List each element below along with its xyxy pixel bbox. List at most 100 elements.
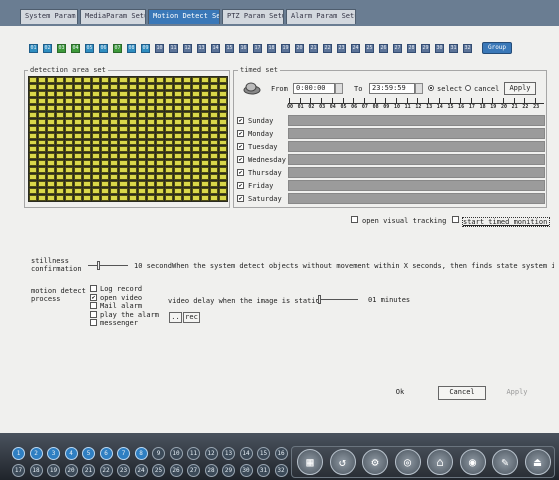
detection-cell[interactable] xyxy=(65,188,74,195)
detection-cell[interactable] xyxy=(47,174,56,181)
detection-cell[interactable] xyxy=(128,104,137,111)
detection-cell[interactable] xyxy=(182,181,191,188)
detection-cell[interactable] xyxy=(209,97,218,104)
detection-cell[interactable] xyxy=(110,111,119,118)
detection-cell[interactable] xyxy=(200,167,209,174)
detection-cell[interactable] xyxy=(92,167,101,174)
channel-number-button[interactable]: 1 xyxy=(12,447,25,460)
detection-cell[interactable] xyxy=(137,174,146,181)
detection-cell[interactable] xyxy=(119,181,128,188)
detection-cell[interactable] xyxy=(110,118,119,125)
detection-cell[interactable] xyxy=(83,90,92,97)
detection-cell[interactable] xyxy=(191,153,200,160)
detection-cell[interactable] xyxy=(146,160,155,167)
detection-cell[interactable] xyxy=(38,104,47,111)
detection-cell[interactable] xyxy=(146,83,155,90)
detection-cell[interactable] xyxy=(47,139,56,146)
detection-cell[interactable] xyxy=(128,83,137,90)
detection-cell[interactable] xyxy=(218,90,227,97)
detection-cell[interactable] xyxy=(74,111,83,118)
detection-cell[interactable] xyxy=(74,195,83,201)
detection-cell[interactable] xyxy=(119,125,128,132)
detection-cell[interactable] xyxy=(38,83,47,90)
detection-cell[interactable] xyxy=(119,160,128,167)
grid-icon[interactable]: ◎ xyxy=(394,449,421,475)
detection-cell[interactable] xyxy=(128,146,137,153)
detection-cell[interactable] xyxy=(164,90,173,97)
detection-cell[interactable] xyxy=(47,104,56,111)
channel-button[interactable]: 06 xyxy=(99,44,108,53)
detection-cell[interactable] xyxy=(83,83,92,90)
detection-cell[interactable] xyxy=(119,83,128,90)
detection-cell[interactable] xyxy=(74,125,83,132)
tab-media-param[interactable]: MediaParam Setup xyxy=(80,9,146,24)
detection-cell[interactable] xyxy=(119,167,128,174)
detection-cell[interactable] xyxy=(164,132,173,139)
detection-cell[interactable] xyxy=(119,153,128,160)
detection-cell[interactable] xyxy=(65,104,74,111)
detection-cell[interactable] xyxy=(47,132,56,139)
detection-cell[interactable] xyxy=(137,97,146,104)
detection-cell[interactable] xyxy=(164,188,173,195)
detection-cell[interactable] xyxy=(56,153,65,160)
cancel-button[interactable]: Cancel xyxy=(438,386,486,400)
detection-cell[interactable] xyxy=(74,104,83,111)
detection-cell[interactable] xyxy=(137,160,146,167)
detection-cell[interactable] xyxy=(191,118,200,125)
detection-cell[interactable] xyxy=(92,160,101,167)
detection-cell[interactable] xyxy=(65,167,74,174)
detection-cell[interactable] xyxy=(137,104,146,111)
detection-cell[interactable] xyxy=(218,111,227,118)
detection-cell[interactable] xyxy=(101,97,110,104)
channel-number-button[interactable]: 8 xyxy=(134,447,148,460)
detection-cell[interactable] xyxy=(155,160,164,167)
detection-cell[interactable] xyxy=(137,132,146,139)
detection-cell[interactable] xyxy=(173,153,182,160)
detection-cell[interactable] xyxy=(155,188,164,195)
day-checkbox[interactable]: ✔ xyxy=(237,156,244,163)
channel-number-button[interactable]: 7 xyxy=(117,447,130,460)
channel-button[interactable]: 10 xyxy=(155,44,164,53)
detection-cell[interactable] xyxy=(29,97,38,104)
detection-cell[interactable] xyxy=(101,83,110,90)
detection-cell[interactable] xyxy=(119,146,128,153)
channel-number-button[interactable]: 9 xyxy=(152,447,165,460)
channel-number-button[interactable]: 14 xyxy=(239,447,253,460)
tab-ptz-param[interactable]: PTZ Param Setup xyxy=(222,9,284,24)
detection-cell[interactable] xyxy=(83,97,92,104)
detection-cell[interactable] xyxy=(110,146,119,153)
detection-cell[interactable] xyxy=(146,181,155,188)
detection-cell[interactable] xyxy=(209,132,218,139)
detection-cell[interactable] xyxy=(209,139,218,146)
detection-cell[interactable] xyxy=(29,174,38,181)
detection-cell[interactable] xyxy=(128,125,137,132)
detection-cell[interactable] xyxy=(83,125,92,132)
group-button[interactable]: Group xyxy=(482,42,512,54)
detection-cell[interactable] xyxy=(47,77,56,83)
channel-button[interactable]: 21 xyxy=(309,44,318,53)
detection-cell[interactable] xyxy=(155,97,164,104)
channel-number-button[interactable]: 15 xyxy=(257,447,270,460)
detection-cell[interactable] xyxy=(38,97,47,104)
detection-cell[interactable] xyxy=(74,153,83,160)
detection-cell[interactable] xyxy=(137,167,146,174)
detection-cell[interactable] xyxy=(200,125,209,132)
detection-cell[interactable] xyxy=(173,188,182,195)
channel-button[interactable]: 02 xyxy=(43,44,52,53)
detection-cell[interactable] xyxy=(83,167,92,174)
channel-number-button[interactable]: 17 xyxy=(12,464,25,477)
detection-cell[interactable] xyxy=(191,83,200,90)
detection-cell[interactable] xyxy=(155,146,164,153)
detection-cell[interactable] xyxy=(119,118,128,125)
channel-number-button[interactable]: 25 xyxy=(152,464,165,477)
detection-cell[interactable] xyxy=(38,160,47,167)
detection-cell[interactable] xyxy=(65,139,74,146)
detection-cell[interactable] xyxy=(182,146,191,153)
detection-cell[interactable] xyxy=(74,90,83,97)
detection-cell[interactable] xyxy=(137,111,146,118)
detection-cell[interactable] xyxy=(173,167,182,174)
detection-cell[interactable] xyxy=(173,181,182,188)
detection-cell[interactable] xyxy=(29,181,38,188)
detection-cell[interactable] xyxy=(218,77,227,83)
detection-cell[interactable] xyxy=(191,160,200,167)
